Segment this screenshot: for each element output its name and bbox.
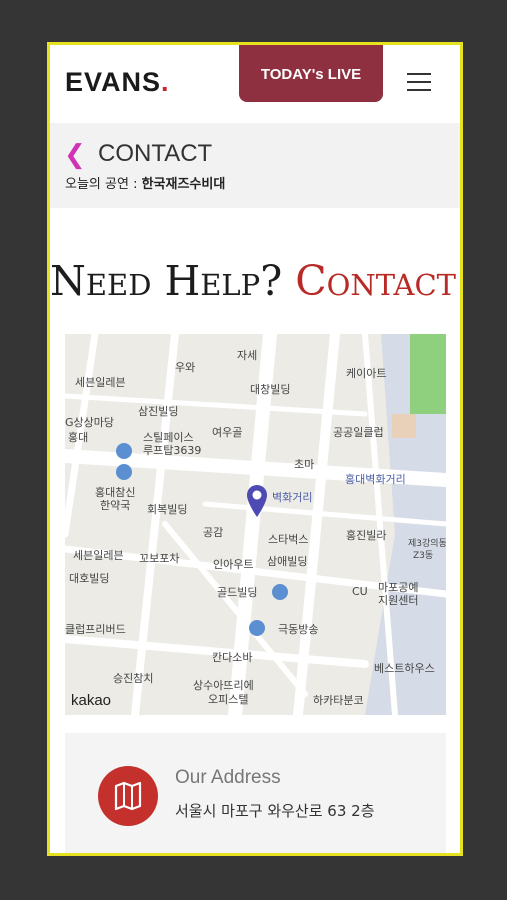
bus-stop-icon: [249, 620, 265, 636]
address-title: Our Address: [175, 767, 281, 788]
map-icon: [98, 766, 158, 826]
map-label: 꼬보포차: [139, 552, 180, 565]
page-subheader: ❮ CONTACT 오늘의 공연 : 한국재즈수비대: [50, 123, 460, 208]
chevron-left-icon[interactable]: ❮: [64, 142, 86, 168]
map-label: 골드빌딩: [217, 586, 258, 599]
map-label: 회복빌딩: [147, 503, 188, 516]
map-label: 칸다소바: [212, 651, 253, 664]
map-label: 여우골: [212, 426, 243, 439]
map-label: 루프탑3639: [143, 444, 202, 457]
map-attribution: kakao: [71, 692, 112, 709]
map-label: 케이아트: [346, 367, 387, 380]
map-label: 지원센터: [378, 594, 419, 607]
site-header: EVANS. TODAY's LIVE: [50, 45, 460, 123]
map-label: 삼진빌딩: [138, 405, 179, 418]
map-label: 극동방송: [278, 623, 319, 636]
map-label: 홍대벽화거리: [345, 473, 406, 486]
bus-stop-icon: [272, 584, 288, 600]
map-label: 세븐일레븐: [73, 549, 124, 562]
hamburger-icon[interactable]: [407, 73, 431, 93]
map-label: 스타벅스: [268, 533, 309, 546]
address-text: 서울시 마포구 와우산로 63 2층: [175, 802, 375, 820]
map-label: 인아우트: [213, 558, 254, 571]
map-label: 삼애빌딩: [267, 555, 308, 568]
map-label: 베스트하우스: [374, 662, 435, 675]
map-label: 공공일클럽: [333, 426, 384, 439]
map-label: 하카타분코: [313, 694, 364, 707]
headline-part1: Need Help?: [50, 257, 296, 305]
map-label: 대창빌딩: [250, 383, 291, 396]
map-label: G상상마당: [65, 416, 115, 429]
map-label: 초마: [294, 458, 315, 471]
mobile-frame: EVANS. TODAY's LIVE ❮ CONTACT 오늘의 공연 : 한…: [47, 42, 463, 856]
contact-headline: Need Help? Contact Us: [50, 257, 460, 305]
map-label: CU: [352, 585, 368, 598]
bus-stop-icon: [116, 443, 132, 480]
map-label: 세븐일레븐: [75, 376, 126, 389]
map-label: 우와: [175, 361, 196, 374]
map-label: 홍진빌라: [346, 529, 387, 542]
map-label: 승진참치: [113, 672, 154, 685]
map-label: 홍대: [68, 431, 89, 444]
map-label: 클럽프리버드: [65, 623, 126, 636]
address-card: Our Address 서울시 마포구 와우산로 63 2층: [65, 733, 446, 853]
map-label: 벽화거리: [272, 491, 313, 504]
map-label: 한약국: [100, 499, 131, 512]
map-label: Z3동: [413, 551, 434, 561]
headline-part2: Contact Us: [295, 257, 460, 305]
map-label: 공감: [203, 526, 224, 539]
todays-show: 오늘의 공연 : 한국재즈수비대: [65, 173, 225, 192]
todays-live-button[interactable]: TODAY's LIVE: [239, 45, 383, 102]
map-label: 자세: [237, 349, 258, 362]
page-title: CONTACT: [98, 140, 213, 167]
logo-text: EVANS: [65, 67, 162, 97]
logo-dot: .: [161, 67, 170, 97]
show-label: 오늘의 공연 :: [65, 177, 142, 192]
map-label: 대호빌딩: [69, 572, 110, 585]
location-map[interactable]: 세븐일레븐 우와 자세 삼진빌딩 대창빌딩 케이아트 G상상마당 홍대 스틸페이…: [65, 334, 446, 715]
map-label: 오피스텔: [208, 693, 249, 706]
brand-logo[interactable]: EVANS.: [65, 67, 170, 98]
show-name: 한국재즈수비대: [141, 177, 226, 192]
